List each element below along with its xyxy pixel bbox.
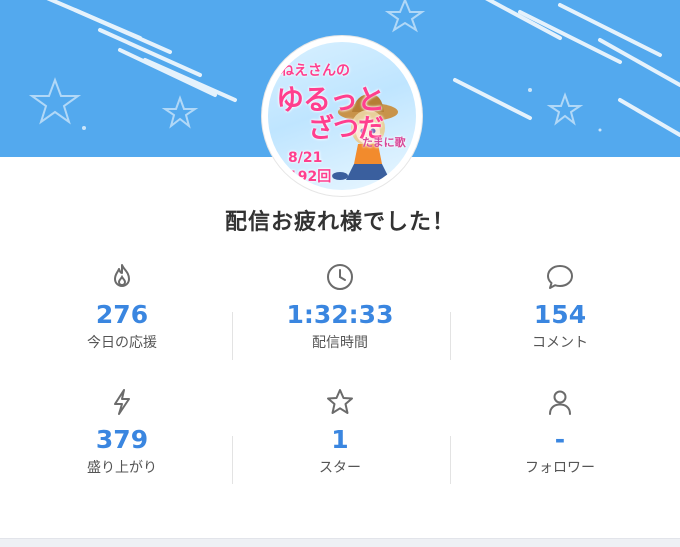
- stat-label: コメント: [532, 335, 588, 351]
- stat-value: -: [554, 425, 566, 454]
- thumbnail-artwork: ねえさんの ゆるっと ざつだ たまに歌 8/21 192回: [268, 42, 416, 190]
- stat-value: 154: [533, 300, 587, 329]
- lightning-icon: [114, 389, 130, 415]
- stat-excitement: 379 盛り上がり: [12, 387, 232, 477]
- star-icon: [327, 389, 353, 414]
- stat-value: 1: [331, 425, 349, 454]
- stat-label: スター: [319, 460, 361, 476]
- stat-label: 盛り上がり: [87, 460, 157, 476]
- stat-label: 今日の応援: [87, 335, 157, 351]
- clock-icon: [327, 264, 353, 290]
- person-icon: [549, 390, 571, 415]
- stream-thumbnail: ねえさんの ゆるっと ざつだ たまに歌 8/21 192回: [262, 36, 422, 196]
- thumbnail-subtitle: たまに歌: [362, 136, 406, 149]
- stat-duration: 1:32:33 配信時間: [230, 262, 450, 352]
- thumbnail-episode: 192回: [288, 169, 332, 185]
- stat-label: フォロワー: [525, 460, 595, 476]
- thumbnail-title-line1: ねえさんの: [280, 63, 350, 79]
- stat-support: 276 今日の応援: [12, 262, 232, 352]
- flame-icon: [114, 264, 130, 287]
- stat-followers: - フォロワー: [450, 387, 670, 477]
- stat-label: 配信時間: [312, 335, 368, 351]
- stat-value: 276: [95, 300, 149, 329]
- thumbnail-date: 8/21: [288, 150, 323, 166]
- comment-icon: [547, 265, 573, 289]
- page-title: 配信お疲れ様でした！: [224, 210, 455, 235]
- stat-comments: 154 コメント: [450, 262, 670, 352]
- stat-value: 379: [95, 425, 149, 454]
- stat-stars: 1 スター: [230, 387, 450, 477]
- stat-value: 1:32:33: [286, 300, 394, 329]
